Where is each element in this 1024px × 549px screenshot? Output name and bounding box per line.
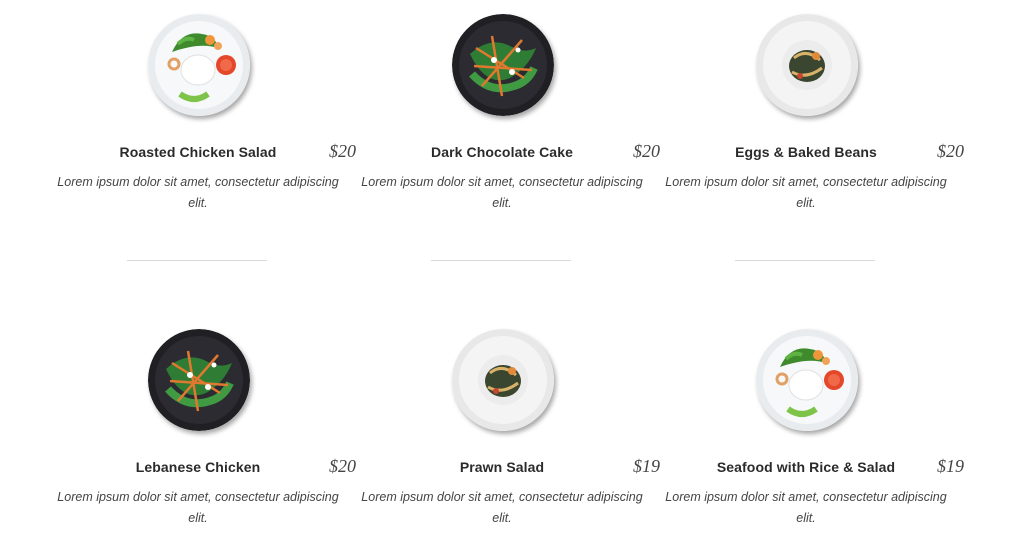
item-price: $20 xyxy=(633,141,660,161)
menu-grid: Roasted Chicken Salad $20 Lorem ipsum do… xyxy=(0,0,1024,534)
menu-item[interactable]: Roasted Chicken Salad $20 Lorem ipsum do… xyxy=(56,14,360,234)
dish-image xyxy=(452,329,554,431)
item-description: Lorem ipsum dolor sit amet, consectetur … xyxy=(665,175,947,210)
item-price: $20 xyxy=(329,141,356,161)
divider xyxy=(735,260,875,261)
item-description: Lorem ipsum dolor sit amet, consectetur … xyxy=(57,490,339,525)
divider xyxy=(431,260,571,261)
item-price: $20 xyxy=(329,456,356,476)
divider xyxy=(127,260,267,261)
menu-item[interactable]: Seafood with Rice & Salad $19 Lorem ipsu… xyxy=(664,329,968,549)
item-description: Lorem ipsum dolor sit amet, consectetur … xyxy=(361,490,643,525)
dish-image xyxy=(452,14,554,116)
menu-item[interactable]: Dark Chocolate Cake $20 Lorem ipsum dolo… xyxy=(360,14,664,234)
item-price: $20 xyxy=(937,141,964,161)
menu-item[interactable]: Eggs & Baked Beans $20 Lorem ipsum dolor… xyxy=(664,14,968,234)
item-description: Lorem ipsum dolor sit amet, consectetur … xyxy=(361,175,643,210)
item-description: Lorem ipsum dolor sit amet, consectetur … xyxy=(57,175,339,210)
item-price: $19 xyxy=(633,456,660,476)
dish-image xyxy=(756,329,858,431)
item-price: $19 xyxy=(937,456,964,476)
menu-item[interactable]: Prawn Salad $19 Lorem ipsum dolor sit am… xyxy=(360,329,664,549)
dish-image xyxy=(148,14,250,116)
dish-image xyxy=(148,329,250,431)
item-description: Lorem ipsum dolor sit amet, consectetur … xyxy=(665,490,947,525)
menu-item[interactable]: Lebanese Chicken $20 Lorem ipsum dolor s… xyxy=(56,329,360,549)
dish-image xyxy=(756,14,858,116)
